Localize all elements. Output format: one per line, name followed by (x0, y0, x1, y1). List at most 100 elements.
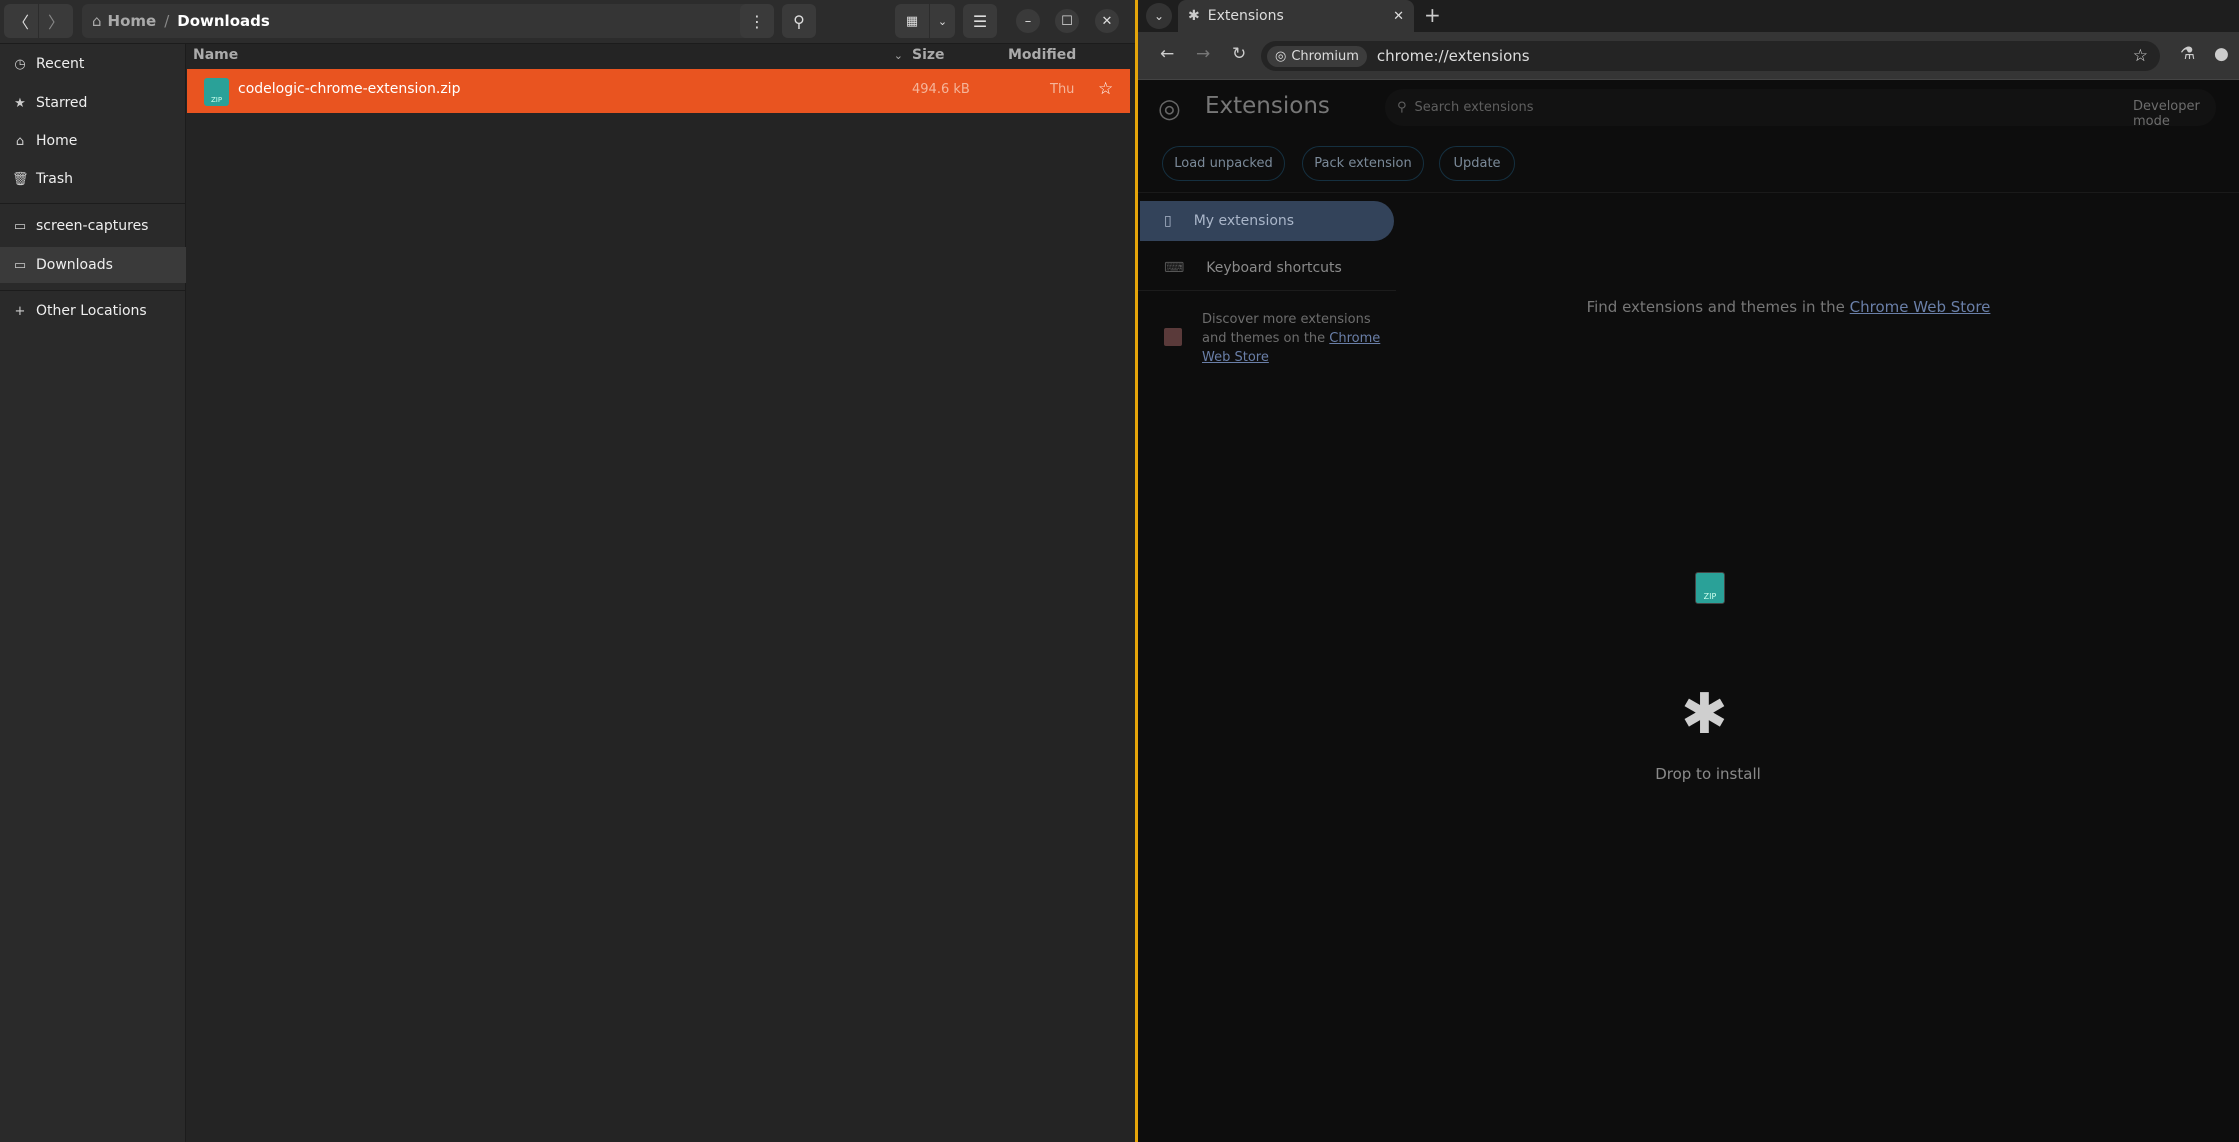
column-header-modified[interactable]: Modified (1008, 44, 1088, 66)
profile-icon[interactable]: ● (2214, 44, 2229, 64)
sidebar-item-label: Starred (36, 95, 88, 111)
sidebar-item-label: Downloads (36, 257, 113, 273)
file-row[interactable]: ZIP codelogic-chrome-extension.zip 494.6… (187, 69, 1130, 113)
sidebar: ◷ Recent ★ Starred ⌂ Home 🗑 Trash ▭ screen-ca… (0, 44, 186, 1142)
find-label: Find extensions and themes in the (1586, 298, 1850, 316)
load-unpacked-button[interactable]: Load unpacked (1162, 146, 1285, 181)
folder-icon: ▭ (13, 218, 27, 234)
back-icon[interactable]: ← (1160, 44, 1174, 64)
home-icon: ⌂ (15, 133, 25, 149)
breadcrumb-home[interactable]: Home (108, 12, 157, 30)
nav-label: My extensions (1193, 213, 1295, 229)
search-button[interactable]: ⚲ (782, 4, 816, 38)
tab-extensions[interactable]: ✱ Extensions ✕ (1178, 0, 1414, 32)
new-tab-button[interactable]: + (1424, 3, 1441, 27)
discover-text: Discover more extensions and themes on t… (1202, 310, 1382, 367)
column-header-name[interactable]: Name ⌄ (193, 44, 903, 66)
forward-button[interactable]: 〉 (39, 4, 73, 38)
sidebar-item-downloads[interactable]: ▭ Downloads (0, 247, 186, 283)
nav-my-extensions[interactable]: ▯ My extensions (1140, 201, 1394, 241)
sidebar-item-recent[interactable]: ◷ Recent (0, 46, 186, 82)
update-button[interactable]: Update (1439, 146, 1515, 181)
star-icon: ★ (14, 95, 26, 111)
search-icon: ⚲ (1397, 100, 1407, 115)
puzzle-icon: ✱ (1188, 8, 1200, 24)
extension-icon: ▯ (1164, 213, 1172, 229)
star-icon[interactable]: ☆ (1098, 79, 1113, 99)
path-menu-button[interactable]: ⋮ (740, 4, 774, 38)
file-modified: Thu (1050, 82, 1075, 97)
file-size: 494.6 kB (912, 82, 970, 97)
plus-icon: + (14, 303, 26, 319)
breadcrumb-current[interactable]: Downloads (177, 12, 270, 30)
divider (1138, 192, 2239, 193)
sidebar-item-trash[interactable]: 🗑 Trash (0, 161, 186, 197)
sidebar-item-label: screen-captures (36, 218, 149, 234)
tab-search-button[interactable]: ⌄ (1146, 3, 1172, 29)
find-extensions-text: Find extensions and themes in the Chrome… (1138, 298, 2239, 316)
minimize-button[interactable]: – (1016, 9, 1040, 33)
chevron-down-icon: ⌄ (937, 14, 948, 28)
home-icon: ⌂ (92, 12, 102, 30)
chromium-icon: ◎ (1275, 48, 1287, 64)
url-text: chrome://extensions (1376, 47, 1530, 65)
developer-mode-toggle[interactable]: Developer mode (2133, 99, 2239, 129)
drop-to-install-label: Drop to install (1655, 765, 1761, 783)
sidebar-item-screen-captures[interactable]: ▭ screen-captures (0, 208, 186, 244)
chevron-down-icon: ⌄ (1153, 9, 1165, 23)
breadcrumb: ⌂ Home / Downloads (82, 4, 774, 38)
nav-keyboard-shortcuts[interactable]: ⌨ Keyboard shortcuts (1140, 248, 1394, 288)
chevron-down-icon: ⌄ (893, 48, 903, 62)
puzzle-icon: ✱ (1681, 682, 1728, 747)
sidebar-item-label: Home (36, 133, 78, 149)
bookmark-star-icon[interactable]: ☆ (2133, 46, 2148, 66)
trash-icon: 🗑 (12, 171, 29, 187)
search-placeholder: Search extensions (1414, 100, 1534, 115)
search-extensions-input[interactable]: ⚲ Search extensions (1385, 89, 2216, 126)
main-menu-button[interactable]: ☰ (963, 4, 997, 38)
divider (1138, 290, 1396, 291)
site-info-chip[interactable]: ◎ Chromium (1267, 45, 1367, 67)
close-button[interactable]: ✕ (1095, 9, 1119, 33)
breadcrumb-separator: / (164, 12, 170, 30)
column-label: Name (193, 47, 239, 63)
browser-toolbar: ← → ↻ ◎ Chromium chrome://extensions ☆ ⚗ … (1138, 32, 2239, 80)
tab-strip: ⌄ ✱ Extensions ✕ + (1138, 0, 2239, 32)
divider (0, 203, 186, 204)
file-manager-window: 〈 〉 ⌂ Home / Downloads ⋮ ⚲ ▦ ⌄ ☰ – ☐ ✕ ◷… (0, 0, 1135, 1142)
browser-window: ⌄ ✱ Extensions ✕ + ← → ↻ ◎ Chromium chrom… (1138, 0, 2239, 1142)
sidebar-item-other-locations[interactable]: + Other Locations (0, 293, 186, 329)
pack-extension-button[interactable]: Pack extension (1302, 146, 1424, 181)
hamburger-icon: ☰ (972, 11, 988, 31)
chip-label: Chromium (1291, 48, 1359, 64)
forward-icon[interactable]: → (1196, 44, 1210, 64)
view-options-button[interactable]: ⌄ (930, 4, 955, 38)
page-title: Extensions (1205, 93, 1330, 119)
sidebar-item-label: Other Locations (36, 303, 147, 319)
grid-icon: ▦ (905, 13, 919, 29)
keyboard-icon: ⌨ (1164, 260, 1185, 276)
address-bar[interactable]: ◎ Chromium chrome://extensions ☆ (1261, 41, 2160, 71)
file-name: codelogic-chrome-extension.zip (238, 81, 461, 97)
search-icon: ⚲ (793, 11, 805, 31)
clock-icon: ◷ (14, 56, 26, 72)
grid-view-button[interactable]: ▦ (895, 4, 929, 38)
web-store-link[interactable]: Chrome Web Store (1850, 298, 1991, 316)
header-bar: 〈 〉 ⌂ Home / Downloads ⋮ ⚲ ▦ ⌄ ☰ – ☐ ✕ (0, 0, 1135, 44)
sidebar-item-label: Trash (36, 171, 73, 187)
sidebar-item-starred[interactable]: ★ Starred (0, 85, 186, 121)
tab-title: Extensions (1207, 8, 1284, 24)
column-header-size[interactable]: Size (912, 44, 992, 66)
web-store-icon (1164, 328, 1182, 346)
maximize-button[interactable]: ☐ (1055, 9, 1079, 33)
close-tab-icon[interactable]: ✕ (1393, 9, 1404, 24)
sidebar-item-label: Recent (36, 56, 85, 72)
sidebar-item-home[interactable]: ⌂ Home (0, 123, 186, 159)
back-button[interactable]: 〈 (4, 4, 38, 38)
divider (0, 290, 186, 291)
labs-flask-icon[interactable]: ⚗ (2180, 44, 2195, 64)
reload-icon[interactable]: ↻ (1232, 44, 1246, 64)
dragged-zip-icon: ZIP (1695, 572, 1725, 604)
folder-icon: ▭ (13, 257, 27, 273)
zip-file-icon: ZIP (204, 78, 229, 106)
